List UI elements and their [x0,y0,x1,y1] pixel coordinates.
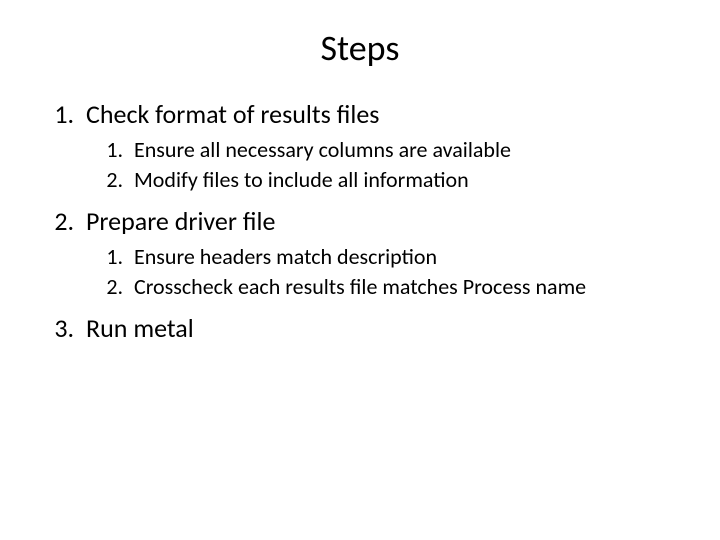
substep-item: Modify files to include all information [128,166,690,194]
step-item: Prepare driver file Ensure headers match… [80,205,690,300]
substep-text: Modify files to include all information [134,166,469,193]
step-text: Check format of results files [86,98,379,130]
substeps-list: Ensure all necessary columns are availab… [86,136,690,193]
step-item: Run metal [80,312,690,344]
slide: Steps Check format of results files Ensu… [0,0,720,540]
substeps-list: Ensure headers match description Crossch… [86,243,690,300]
step-text: Run metal [86,312,194,344]
substep-text: Ensure all necessary columns are availab… [134,136,511,163]
substep-item: Crosscheck each results file matches Pro… [128,273,690,301]
substep-text: Crosscheck each results file matches Pro… [134,273,586,300]
substep-item: Ensure all necessary columns are availab… [128,136,690,164]
steps-list: Check format of results files Ensure all… [30,98,690,344]
substep-text: Ensure headers match description [134,243,437,270]
step-text: Prepare driver file [86,205,275,237]
substep-item: Ensure headers match description [128,243,690,271]
slide-title: Steps [30,26,690,70]
step-item: Check format of results files Ensure all… [80,98,690,193]
